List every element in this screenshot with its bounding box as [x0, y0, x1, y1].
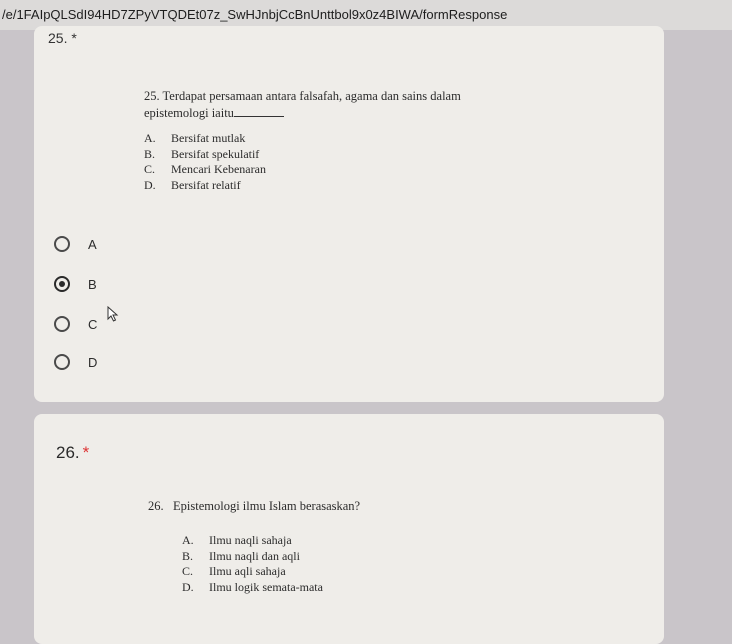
image-option-a: A. Ilmu naqli sahaja	[182, 533, 292, 547]
question-25-prompt-line2: epistemologi iaitu	[144, 105, 544, 122]
image-option-b: B. Ilmu naqli dan aqli	[182, 548, 300, 563]
prompt-line-2: epistemologi iaitu	[144, 106, 234, 120]
radio-c[interactable]	[54, 316, 70, 332]
choice-c-label: C	[88, 316, 98, 332]
choice-d-label: D	[88, 354, 98, 370]
mouse-pointer-icon	[107, 306, 119, 322]
choice-b-label: B	[88, 276, 97, 292]
radio-b[interactable]	[54, 276, 70, 292]
question-26-title: 26. *	[56, 443, 89, 463]
prompt-number: 25.	[144, 89, 160, 103]
radio-d[interactable]	[54, 354, 70, 370]
image-option-b: B. Bersifat spekulatif	[144, 146, 260, 161]
image-option-c: C. Mencari Kebenaran	[144, 162, 266, 176]
choice-a-label: A	[88, 236, 97, 252]
question-26-number: 26.	[56, 443, 80, 462]
prompt-line-1: Terdapat persamaan antara falsafah, agam…	[162, 89, 461, 103]
answer-blank	[233, 105, 284, 117]
question-26-image: 26. Epistemologi ilmu Islam berasaskan? …	[148, 498, 548, 595]
image-option-d: D. Bersifat relatif	[144, 177, 241, 192]
choice-b[interactable]: B	[54, 276, 97, 292]
image-option-a: A. Bersifat mutlak	[144, 131, 246, 145]
choice-c[interactable]: C	[54, 316, 97, 332]
question-25-prompt: 25. Terdapat persamaan antara falsafah, …	[144, 88, 544, 105]
question-25-image: 25. Terdapat persamaan antara falsafah, …	[144, 88, 544, 193]
question-card-25	[34, 26, 664, 402]
image-option-d: D. Ilmu logik semata-mata	[182, 579, 323, 594]
question-25-title: 25. *	[48, 30, 77, 46]
radio-a[interactable]	[54, 236, 70, 252]
choice-a[interactable]: A	[54, 236, 97, 252]
question-26-prompt: 26. Epistemologi ilmu Islam berasaskan?	[148, 499, 361, 513]
image-option-c: C. Ilmu aqli sahaja	[182, 564, 286, 578]
choice-d[interactable]: D	[54, 354, 97, 370]
required-asterisk: *	[82, 443, 90, 462]
